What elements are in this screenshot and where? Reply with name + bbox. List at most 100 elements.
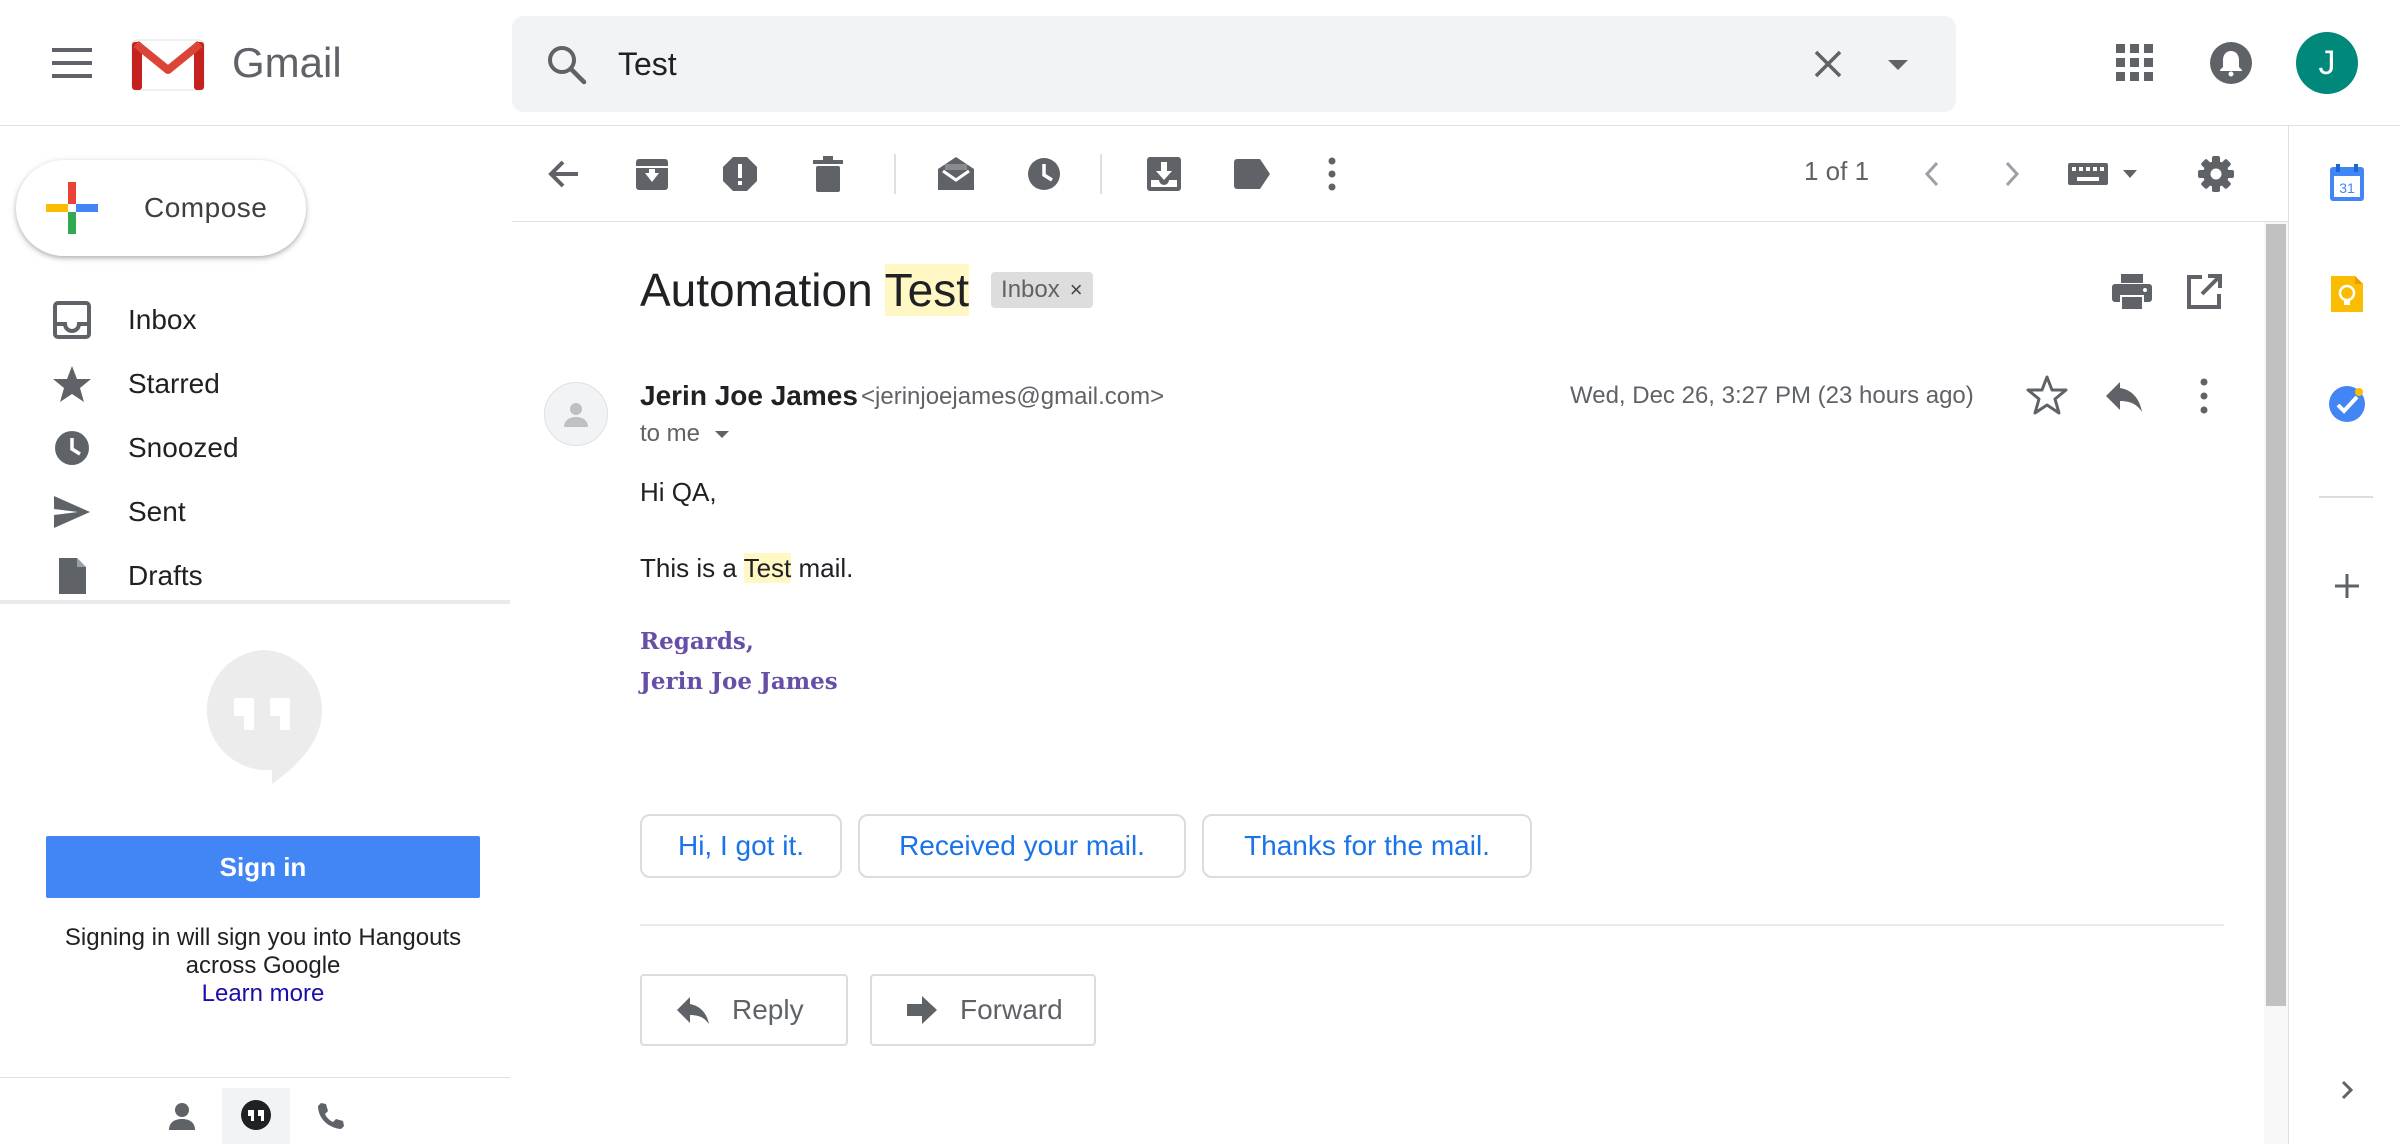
side-panel-rail: 31: [2288, 126, 2400, 1144]
calendar-addon-button[interactable]: 31: [2327, 164, 2367, 204]
clock-icon: [1028, 158, 1060, 190]
hangouts-signin-text: Signing in will sign you into Hangouts a…: [64, 924, 462, 979]
reply-icon: [2106, 382, 2142, 412]
smart-reply-chip-3[interactable]: Thanks for the mail.: [1202, 814, 1532, 878]
notifications-bell-icon[interactable]: [2206, 38, 2256, 88]
body-text: This is a: [640, 553, 737, 583]
more-actions-button[interactable]: [1308, 150, 1356, 198]
older-button[interactable]: [1988, 150, 2036, 198]
mark-unread-button[interactable]: [932, 150, 980, 198]
tasks-addon-button[interactable]: [2327, 384, 2367, 424]
sidebar-item-label: Snoozed: [128, 432, 239, 463]
calendar-day: 31: [2339, 180, 2355, 196]
signature-line: Regards,: [640, 628, 754, 655]
print-all-button[interactable]: [2108, 268, 2156, 316]
move-to-button[interactable]: [1140, 150, 1188, 198]
account-avatar[interactable]: J: [2296, 32, 2358, 94]
caret-down-icon: [715, 431, 730, 438]
learn-more-link[interactable]: Learn more: [40, 980, 486, 1008]
archive-icon: [636, 159, 668, 190]
report-spam-button[interactable]: [716, 150, 764, 198]
move-to-inbox-icon: [1147, 157, 1181, 191]
get-addons-button[interactable]: [2327, 566, 2367, 606]
phone-icon: [318, 1103, 344, 1129]
divider: [640, 924, 2224, 926]
subject-search-highlight: Test: [884, 264, 970, 316]
inbox-label-chip: Inbox ×: [991, 272, 1093, 308]
scrollbar-thumb[interactable]: [2266, 224, 2286, 1006]
search-bar: [512, 16, 1956, 112]
sender-avatar[interactable]: [544, 382, 608, 446]
settings-button[interactable]: [2192, 150, 2240, 198]
toolbar-divider: [894, 154, 896, 194]
sidebar-item-sent[interactable]: Sent: [0, 480, 510, 544]
inbox-icon: [53, 301, 91, 339]
apps-grid-icon[interactable]: [2112, 40, 2158, 86]
hangouts-signin-button[interactable]: Sign in: [46, 836, 480, 898]
header: Gmail J: [0, 0, 2400, 126]
compose-label: Compose: [144, 192, 268, 223]
sender-email: <jerinjoejames@gmail.com>: [861, 383, 1165, 410]
toggle-side-panel-button[interactable]: [2327, 1070, 2367, 1110]
sidebar-item-starred[interactable]: Starred: [0, 352, 510, 416]
sidebar-item-snoozed[interactable]: Snoozed: [0, 416, 510, 480]
arrow-back-icon: [548, 160, 578, 188]
more-vert-icon: [1328, 157, 1336, 191]
recipient-details-toggle[interactable]: to me: [640, 420, 732, 448]
label-icon: [1234, 159, 1270, 189]
body-greeting: Hi QA,: [640, 477, 717, 507]
message-more-button[interactable]: [2180, 372, 2228, 420]
phone-tab[interactable]: [296, 1088, 364, 1144]
compose-button[interactable]: Compose: [16, 160, 306, 256]
sidebar-item-label: Starred: [128, 368, 220, 399]
draft-icon: [59, 558, 86, 594]
star-outline-icon: [2026, 375, 2068, 415]
compose-plus-icon: [46, 182, 98, 234]
sidebar-item-inbox[interactable]: Inbox: [0, 288, 510, 352]
calendar-icon: 31: [2330, 164, 2364, 201]
input-tools-button[interactable]: [2064, 150, 2150, 198]
contacts-tab[interactable]: [148, 1088, 216, 1144]
labels-button[interactable]: [1228, 150, 1276, 198]
sidebar-item-drafts[interactable]: Drafts: [0, 544, 510, 608]
smart-reply-chip-2[interactable]: Received your mail.: [858, 814, 1186, 878]
person-icon: [564, 403, 588, 427]
trash-icon: [813, 156, 843, 192]
sidebar-item-label: Sent: [128, 496, 186, 527]
search-options-caret-icon[interactable]: [1874, 40, 1922, 88]
gmail-logo-icon[interactable]: [130, 36, 206, 92]
hangouts-quote-icon: [241, 1100, 271, 1130]
body-text: mail.: [798, 553, 854, 583]
hangouts-panel: Sign in Signing in will sign you into Ha…: [0, 600, 510, 1080]
open-new-window-button[interactable]: [2180, 268, 2228, 316]
main-menu-button[interactable]: [44, 38, 100, 88]
hangouts-tab[interactable]: [222, 1088, 290, 1144]
snooze-button[interactable]: [1020, 150, 1068, 198]
forward-action-button[interactable]: Forward: [870, 974, 1096, 1046]
keep-addon-button[interactable]: [2327, 274, 2367, 314]
star-message-button[interactable]: [2024, 372, 2070, 418]
archive-button[interactable]: [628, 150, 676, 198]
newer-button[interactable]: [1908, 150, 1956, 198]
rail-divider: [2319, 496, 2373, 498]
message-toolbar: 1 of 1: [512, 126, 2288, 222]
reply-button[interactable]: [2100, 372, 2148, 420]
sender-name[interactable]: Jerin Joe James: [640, 380, 858, 412]
remove-label-button[interactable]: ×: [1070, 277, 1083, 303]
smart-reply-chip-1[interactable]: Hi, I got it.: [640, 814, 842, 878]
pager-text: 1 of 1: [1804, 156, 1870, 186]
search-icon[interactable]: [542, 40, 590, 88]
search-input[interactable]: [618, 40, 1618, 88]
back-button[interactable]: [540, 150, 588, 198]
message-body: Hi QA, This is a Test mail.: [640, 472, 853, 588]
open-in-new-icon: [2187, 274, 2222, 309]
star-icon: [53, 366, 91, 402]
toolbar-divider: [1100, 154, 1102, 194]
clear-search-icon[interactable]: [1804, 40, 1852, 88]
hangouts-footer: [0, 1077, 510, 1144]
menu-icon: [52, 48, 92, 78]
more-vert-icon: [2200, 378, 2208, 414]
delete-button[interactable]: [804, 150, 852, 198]
reply-action-button[interactable]: Reply: [640, 974, 848, 1046]
subject-heading: Automation Test: [640, 263, 970, 317]
